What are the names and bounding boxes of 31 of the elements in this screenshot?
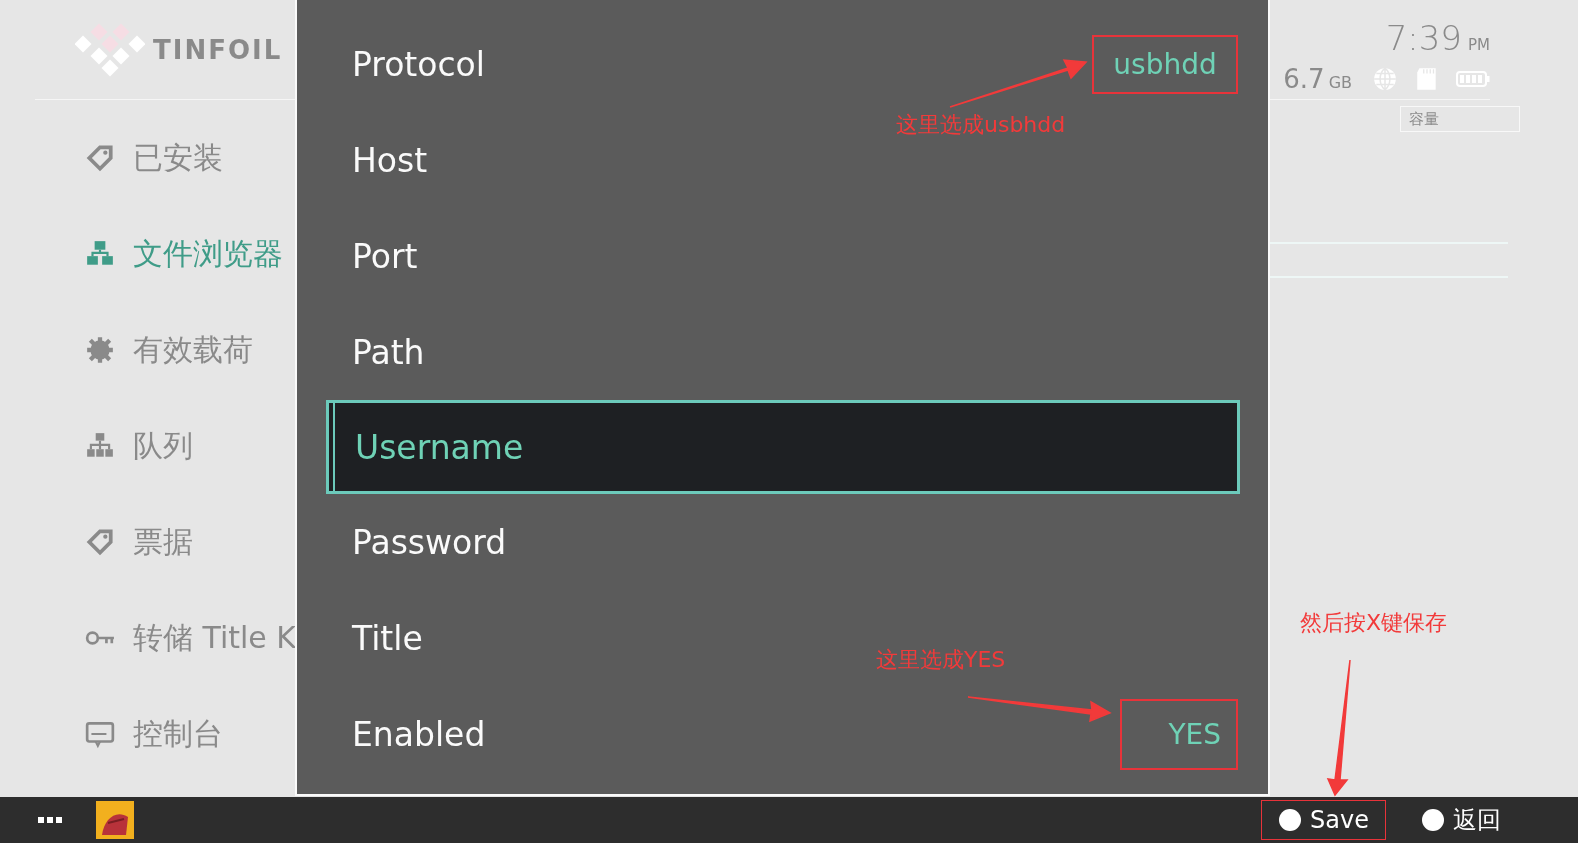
footer-action[interactable]: Save <box>1261 800 1386 840</box>
setting-label[interactable]: Password <box>352 522 507 562</box>
annotation-text: 然后按X键保存 <box>1300 609 1448 637</box>
setting-value: usbhdd <box>1092 34 1238 94</box>
free-space-unit: GB <box>1328 72 1352 92</box>
app-icon <box>96 801 134 839</box>
setting-label[interactable]: Protocol <box>352 44 485 84</box>
grid-dots-icon <box>38 816 62 824</box>
console-icon <box>85 719 115 749</box>
setting-label[interactable]: Enabled <box>352 714 486 754</box>
setting-value: YES <box>1120 698 1238 770</box>
clock-meridiem: PM <box>1468 35 1490 54</box>
annotation-text: 这里选成usbhdd <box>896 111 1066 139</box>
setting-label[interactable]: Username <box>355 427 524 467</box>
setting-label[interactable]: Host <box>352 140 428 180</box>
setting-label[interactable]: Path <box>352 332 425 372</box>
footer-action[interactable]: 返回 <box>1404 800 1518 840</box>
button-circle-icon <box>1278 808 1303 832</box>
button-circle-icon <box>1421 808 1445 832</box>
clock-time: 7:39 <box>1385 17 1462 58</box>
setting-label[interactable]: Port <box>352 236 418 276</box>
app-logo-text: TINFOIL <box>153 34 283 65</box>
battery-icon <box>1456 68 1490 89</box>
column-header: 容量 <box>1400 106 1520 132</box>
tag-icon <box>85 527 115 557</box>
annotation-text: 这里选成YES <box>876 646 1006 674</box>
tag-icon <box>85 143 115 173</box>
setting-label[interactable]: Title <box>352 618 423 658</box>
gear-icon <box>85 335 115 365</box>
free-space-value: 6.7 <box>1283 63 1325 94</box>
globe-icon <box>1372 65 1398 92</box>
